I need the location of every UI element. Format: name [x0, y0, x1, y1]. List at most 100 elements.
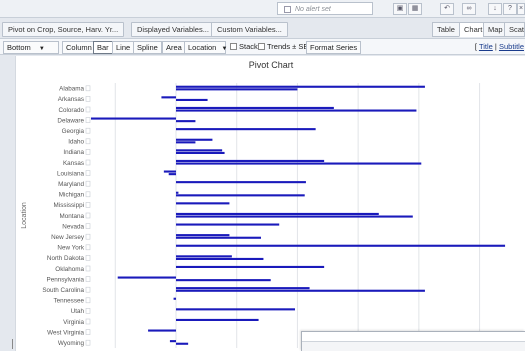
bar[interactable]: [176, 149, 223, 152]
trends-checkbox[interactable]: Trends ± SE: [258, 42, 308, 51]
bar[interactable]: [176, 88, 298, 91]
bar[interactable]: [176, 151, 225, 154]
category-label: Colorado: [58, 107, 84, 114]
custom-variables-button[interactable]: Custom Variables...: [211, 22, 288, 37]
tab-scatter[interactable]: Scatte: [504, 22, 525, 37]
bar[interactable]: [176, 287, 310, 290]
bar[interactable]: [176, 212, 379, 215]
type-area-button[interactable]: Area: [162, 41, 186, 54]
bar[interactable]: [176, 289, 425, 292]
category-tick: [85, 138, 91, 145]
bar[interactable]: [176, 202, 230, 205]
bar[interactable]: [176, 234, 230, 237]
link-separator: |: [494, 42, 497, 51]
category-label: Georgia: [62, 128, 85, 135]
sidebar-edge: [0, 56, 15, 351]
category-label: New Jersey: [51, 234, 85, 241]
pivot-button[interactable]: Pivot on Crop, Source, Harv. Yr...: [2, 22, 125, 37]
category-tick: [85, 85, 91, 92]
category-tick: [85, 318, 91, 325]
category-tick: [85, 149, 91, 155]
table-icon[interactable]: ▦: [408, 3, 422, 15]
category-label: Wyoming: [58, 340, 85, 347]
type-line-button[interactable]: Line: [112, 41, 135, 54]
category-tick: [85, 106, 91, 113]
bar[interactable]: [176, 236, 261, 239]
bar[interactable]: [176, 159, 325, 162]
category-tick: [85, 180, 91, 187]
category-label: Indiana: [63, 149, 84, 156]
bar[interactable]: [148, 329, 176, 332]
stack-checkbox[interactable]: Stack: [230, 42, 258, 51]
link-icon[interactable]: ∞: [462, 3, 476, 15]
bar[interactable]: [176, 98, 208, 101]
bar[interactable]: [176, 85, 425, 88]
bar[interactable]: [176, 191, 179, 194]
bar[interactable]: [176, 265, 325, 268]
category-tick: [85, 212, 91, 219]
bar[interactable]: [176, 257, 264, 260]
bar[interactable]: [176, 194, 305, 197]
y-axis-label: Location: [21, 202, 28, 229]
legend-position-select[interactable]: Bottom ▼: [3, 41, 59, 54]
title-link[interactable]: Title: [479, 42, 493, 51]
bar[interactable]: [176, 141, 196, 144]
bar[interactable]: [176, 128, 316, 131]
category-tick: [85, 297, 91, 304]
title-links: [ Title | Subtitle: [474, 42, 524, 51]
category-label: New York: [57, 245, 84, 252]
bar[interactable]: [176, 244, 506, 247]
checkbox-icon[interactable]: [258, 43, 265, 50]
bar[interactable]: [176, 255, 232, 258]
alert-status[interactable]: No alert set: [277, 2, 373, 15]
bar[interactable]: [176, 138, 213, 141]
bar[interactable]: [176, 120, 196, 123]
bar[interactable]: [161, 96, 176, 99]
bar[interactable]: [176, 181, 306, 184]
bar[interactable]: [117, 276, 176, 279]
stack-label: Stack: [239, 42, 258, 51]
category-tick: [85, 286, 91, 293]
bar[interactable]: [176, 308, 295, 311]
dimension-select[interactable]: Location ▼: [184, 41, 227, 54]
bar[interactable]: [176, 106, 334, 109]
checkbox-icon[interactable]: [230, 43, 237, 50]
top-toolbar: No alert set ▣ ▦ ↶ ∞ ↓ ? ×: [0, 0, 525, 18]
subtitle-link[interactable]: Subtitle: [499, 42, 524, 51]
bar[interactable]: [168, 173, 176, 176]
bar[interactable]: [163, 170, 176, 173]
floating-panel-header[interactable]: [302, 332, 525, 342]
category-tick: [85, 265, 91, 272]
help-icon[interactable]: ?: [503, 3, 517, 15]
alert-checkbox-icon[interactable]: [284, 6, 291, 13]
tab-table[interactable]: Table: [432, 22, 460, 37]
bar[interactable]: [176, 223, 280, 226]
bar[interactable]: [176, 162, 422, 165]
bar[interactable]: [176, 342, 189, 345]
category-label: Michigan: [59, 192, 85, 199]
bar[interactable]: [176, 318, 259, 321]
bar[interactable]: [91, 117, 176, 120]
close-icon[interactable]: ×: [517, 3, 525, 15]
category-tick: [85, 127, 91, 134]
bar[interactable]: [169, 340, 176, 343]
category-tick: [85, 329, 91, 335]
bar[interactable]: [176, 215, 413, 218]
chart-panel: Pivot Chart Location Alabama Arkansas Color…: [15, 56, 525, 351]
bar[interactable]: [173, 297, 176, 300]
category-label: Idaho: [68, 139, 84, 146]
format-series-button[interactable]: Format Series: [306, 41, 362, 54]
bar[interactable]: [176, 109, 417, 112]
category-tick: [85, 159, 91, 166]
download-icon[interactable]: ↓: [488, 3, 502, 15]
category-tick: [85, 202, 91, 208]
bar[interactable]: [176, 279, 271, 282]
type-spline-button[interactable]: Spline: [133, 41, 162, 54]
alert-text: No alert set: [295, 6, 331, 13]
grid-icon[interactable]: ▣: [393, 3, 407, 15]
displayed-variables-button[interactable]: Displayed Variables...: [131, 22, 215, 37]
floating-panel[interactable]: [301, 331, 525, 351]
type-column-button[interactable]: Column: [62, 41, 96, 54]
type-bar-button[interactable]: Bar: [93, 41, 113, 54]
undo-icon[interactable]: ↶: [440, 3, 454, 15]
